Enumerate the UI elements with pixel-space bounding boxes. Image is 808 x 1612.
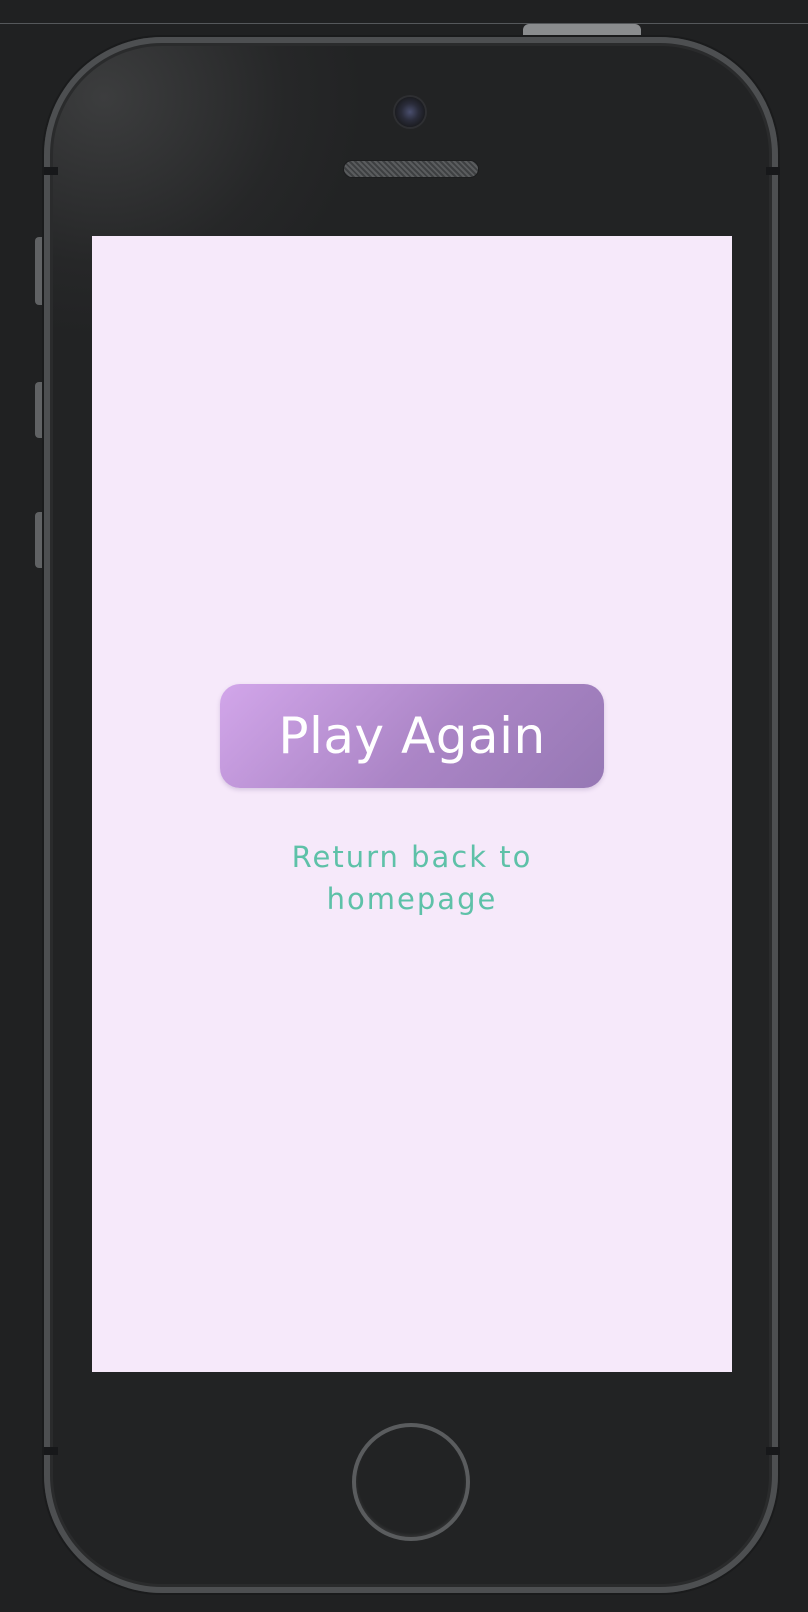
- app-screen: Play Again Return back to homepage: [92, 236, 732, 1372]
- antenna-line: [44, 167, 58, 175]
- return-home-link[interactable]: Return back to homepage: [262, 836, 562, 920]
- home-button-icon[interactable]: [352, 1423, 470, 1541]
- speaker-grille-icon: [344, 161, 478, 177]
- antenna-line: [44, 1447, 58, 1455]
- mute-switch: [35, 237, 43, 305]
- power-button: [523, 24, 641, 38]
- volume-up-button: [35, 382, 43, 438]
- play-again-button[interactable]: Play Again: [220, 684, 604, 788]
- volume-down-button: [35, 512, 43, 568]
- camera-icon: [395, 97, 425, 127]
- antenna-line: [766, 167, 780, 175]
- antenna-line: [766, 1447, 780, 1455]
- top-divider: [0, 23, 808, 24]
